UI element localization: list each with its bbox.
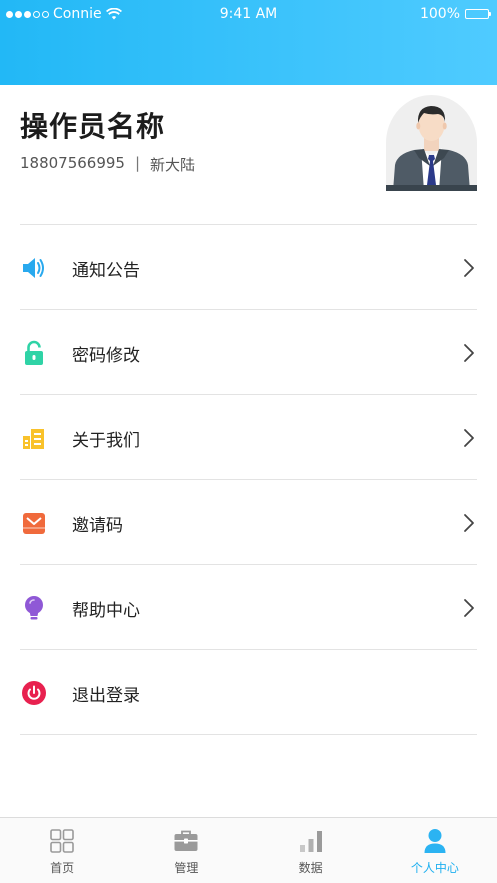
bottom-tab-bar: 首页 管理 数据 个人中心 bbox=[0, 817, 497, 883]
tab-home[interactable]: 首页 bbox=[0, 818, 124, 883]
profile-section[interactable]: 操作员名称 18807566995 | 新大陆 bbox=[0, 85, 497, 225]
tab-label: 数据 bbox=[298, 861, 323, 875]
menu-item-label: 通知公告 bbox=[72, 261, 140, 281]
menu-item-logout[interactable]: 退出登录 bbox=[0, 650, 497, 735]
divider bbox=[20, 734, 477, 735]
status-bar: Connie 9:41 AM 100% bbox=[0, 5, 497, 23]
tab-management[interactable]: 管理 bbox=[124, 818, 248, 883]
operator-company: 新大陆 bbox=[150, 156, 196, 174]
menu-item-label: 关于我们 bbox=[72, 431, 140, 451]
avatar[interactable] bbox=[386, 95, 477, 191]
menu-item-label: 退出登录 bbox=[72, 686, 140, 706]
status-right: 100% bbox=[419, 5, 491, 23]
settings-menu: 通知公告 密码修改 关于我们 邀请码 帮助中心 退出登录 bbox=[0, 225, 497, 735]
briefcase-icon bbox=[174, 830, 198, 851]
tab-profile[interactable]: 个人中心 bbox=[373, 818, 497, 883]
chevron-right-icon bbox=[464, 599, 474, 617]
menu-item-label: 帮助中心 bbox=[72, 601, 140, 621]
chevron-right-icon bbox=[464, 514, 474, 532]
menu-item-notices[interactable]: 通知公告 bbox=[0, 225, 497, 310]
menu-item-invite-code[interactable]: 邀请码 bbox=[0, 480, 497, 565]
tab-label: 管理 bbox=[174, 861, 199, 875]
battery-icon bbox=[465, 9, 491, 19]
speaker-icon bbox=[20, 254, 48, 282]
tab-label: 首页 bbox=[50, 861, 75, 875]
operator-name: 操作员名称 bbox=[20, 110, 166, 143]
menu-item-change-password[interactable]: 密码修改 bbox=[0, 310, 497, 395]
lightbulb-icon bbox=[20, 594, 48, 622]
building-icon bbox=[20, 424, 48, 452]
chevron-right-icon bbox=[464, 344, 474, 362]
avatar-person-icon bbox=[386, 106, 477, 191]
operator-phone: 18807566995 bbox=[20, 154, 125, 172]
person-icon bbox=[424, 829, 446, 853]
grid-icon bbox=[50, 829, 74, 853]
tab-label: 个人中心 bbox=[410, 861, 459, 875]
chevron-right-icon bbox=[464, 259, 474, 277]
menu-item-label: 密码修改 bbox=[72, 346, 140, 366]
info-separator: | bbox=[134, 154, 141, 172]
envelope-icon bbox=[20, 509, 48, 537]
lock-icon bbox=[20, 339, 48, 367]
bar-chart-icon bbox=[299, 831, 322, 852]
menu-item-help-center[interactable]: 帮助中心 bbox=[0, 565, 497, 650]
battery-percent: 100% bbox=[419, 6, 460, 22]
header-background: Connie 9:41 AM 100% bbox=[0, 0, 497, 85]
menu-item-about-us[interactable]: 关于我们 bbox=[0, 395, 497, 480]
chevron-right-icon bbox=[464, 429, 474, 447]
tab-data[interactable]: 数据 bbox=[249, 818, 373, 883]
operator-info: 18807566995 | 新大陆 bbox=[20, 154, 195, 175]
power-icon bbox=[20, 679, 48, 707]
menu-item-label: 邀请码 bbox=[72, 516, 123, 536]
